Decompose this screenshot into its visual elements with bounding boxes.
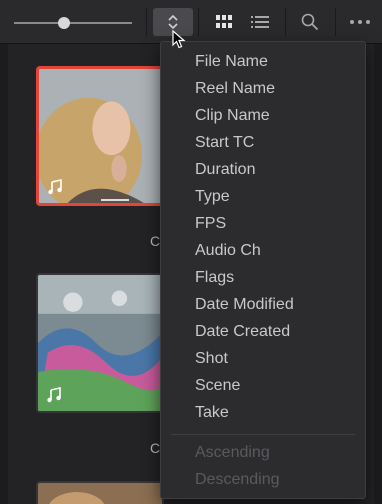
menu-item-flags[interactable]: Flags	[161, 264, 365, 291]
search-button[interactable]	[290, 8, 330, 36]
bin-toolbar	[0, 0, 382, 44]
toolbar-divider	[285, 8, 286, 36]
menu-item-duration[interactable]: Duration	[161, 156, 365, 183]
more-options-button[interactable]	[340, 8, 380, 36]
menu-item-fps[interactable]: FPS	[161, 210, 365, 237]
menu-item-scene[interactable]: Scene	[161, 372, 365, 399]
menu-item-reel-name[interactable]: Reel Name	[161, 75, 365, 102]
search-icon	[301, 13, 319, 31]
menu-item-descending[interactable]: Descending	[161, 466, 365, 493]
menu-item-file-name[interactable]: File Name	[161, 48, 365, 75]
list-icon	[251, 16, 269, 28]
menu-item-shot[interactable]: Shot	[161, 345, 365, 372]
menu-item-date-modified[interactable]: Date Modified	[161, 291, 365, 318]
scrub-indicator	[101, 199, 129, 201]
menu-item-take[interactable]: Take	[161, 399, 365, 426]
ellipsis-icon	[350, 20, 370, 24]
menu-item-start-tc[interactable]: Start TC	[161, 129, 365, 156]
clip-thumbnail[interactable]	[36, 481, 164, 504]
music-note-icon	[47, 387, 61, 403]
mouse-cursor-icon	[172, 30, 186, 49]
zoom-slider-track[interactable]	[14, 22, 132, 24]
clip-thumbnail-selected[interactable]	[36, 66, 164, 206]
menu-item-type[interactable]: Type	[161, 183, 365, 210]
music-note-icon	[48, 179, 62, 195]
sort-chevrons-icon	[168, 14, 178, 30]
list-view-button[interactable]	[240, 8, 280, 36]
toolbar-divider	[198, 8, 199, 36]
sort-dropdown-menu: File Name Reel Name Clip Name Start TC D…	[160, 41, 366, 499]
thumbnail-view-button[interactable]	[204, 8, 244, 36]
clip-thumbnail-image	[38, 483, 162, 504]
clip-name-label: C	[150, 233, 161, 249]
menu-item-clip-name[interactable]: Clip Name	[161, 102, 365, 129]
clip-thumbnail[interactable]	[36, 273, 164, 413]
menu-item-audio-ch[interactable]: Audio Ch	[161, 237, 365, 264]
menu-item-ascending[interactable]: Ascending	[161, 439, 365, 466]
menu-divider	[171, 434, 355, 435]
toolbar-divider	[335, 8, 336, 36]
menu-item-date-created[interactable]: Date Created	[161, 318, 365, 345]
grid-icon	[216, 15, 232, 28]
zoom-slider-knob[interactable]	[58, 17, 70, 29]
toolbar-divider	[146, 8, 147, 36]
